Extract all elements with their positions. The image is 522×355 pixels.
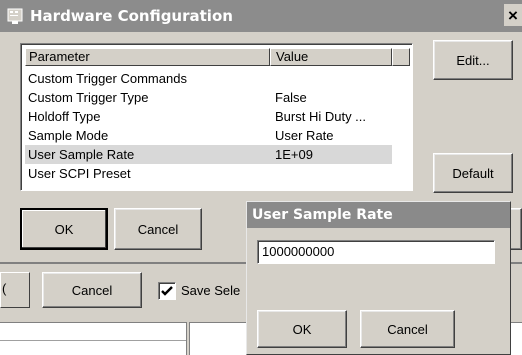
table-row[interactable]: Sample Mode User Rate <box>25 126 392 145</box>
parameter-list[interactable]: Parameter Value Custom Trigger Commands … <box>20 43 413 191</box>
checkmark-icon <box>161 286 173 296</box>
cell-parameter: Custom Trigger Commands <box>28 71 187 86</box>
table-row[interactable]: Custom Trigger Commands <box>25 69 392 88</box>
close-button[interactable]: × <box>504 4 522 26</box>
hardware-config-icon <box>6 6 26 26</box>
popup-cancel-button[interactable]: Cancel <box>360 310 455 348</box>
column-header-value[interactable]: Value <box>270 48 392 66</box>
cell-parameter: User Sample Rate <box>28 147 135 162</box>
column-header-parameter[interactable]: Parameter <box>25 48 270 66</box>
dialog-title: Hardware Configuration <box>30 7 233 25</box>
default-button[interactable]: Default <box>433 153 513 193</box>
cell-parameter: User SCPI Preset <box>28 166 131 181</box>
ok-button[interactable]: OK <box>20 208 108 250</box>
table-row-selected[interactable]: User Sample Rate 1E+09 <box>25 145 392 164</box>
column-header-filler <box>392 48 410 66</box>
cell-parameter: Holdoff Type <box>28 109 101 124</box>
popup-titlebar: User Sample Rate <box>247 202 510 228</box>
cell-value: False <box>275 90 307 105</box>
cell-value: 1E+09 <box>275 147 313 162</box>
edit-button[interactable]: Edit... <box>433 40 513 80</box>
main-titlebar: Hardware Configuration <box>0 0 522 32</box>
cell-value: Burst Hi Duty ... <box>275 109 367 124</box>
cell-parameter: Custom Trigger Type <box>28 90 149 105</box>
background-left-stub: ( <box>0 272 30 308</box>
popup-title: User Sample Rate <box>252 207 393 223</box>
background-vertical-separator <box>186 322 190 355</box>
list-header: Parameter Value <box>25 48 410 66</box>
sample-rate-input[interactable]: 1000000000 <box>257 240 495 264</box>
background-cancel-button[interactable]: Cancel <box>42 272 142 308</box>
save-selection-checkbox[interactable] <box>158 282 176 300</box>
save-selection-label: Save Sele <box>181 283 241 298</box>
cell-value: User Rate <box>275 128 334 143</box>
user-sample-rate-popup: User Sample Rate 1000000000 OK Cancel <box>246 201 511 355</box>
table-row[interactable]: Holdoff Type Burst Hi Duty ... <box>25 107 392 126</box>
popup-ok-button[interactable]: OK <box>257 310 347 348</box>
table-row[interactable]: Custom Trigger Type False <box>25 88 392 107</box>
close-icon: × <box>508 5 518 25</box>
table-row[interactable]: User SCPI Preset <box>25 164 392 183</box>
background-bottom-rule <box>0 340 188 341</box>
cancel-button[interactable]: Cancel <box>114 208 202 250</box>
cell-parameter: Sample Mode <box>28 128 109 143</box>
